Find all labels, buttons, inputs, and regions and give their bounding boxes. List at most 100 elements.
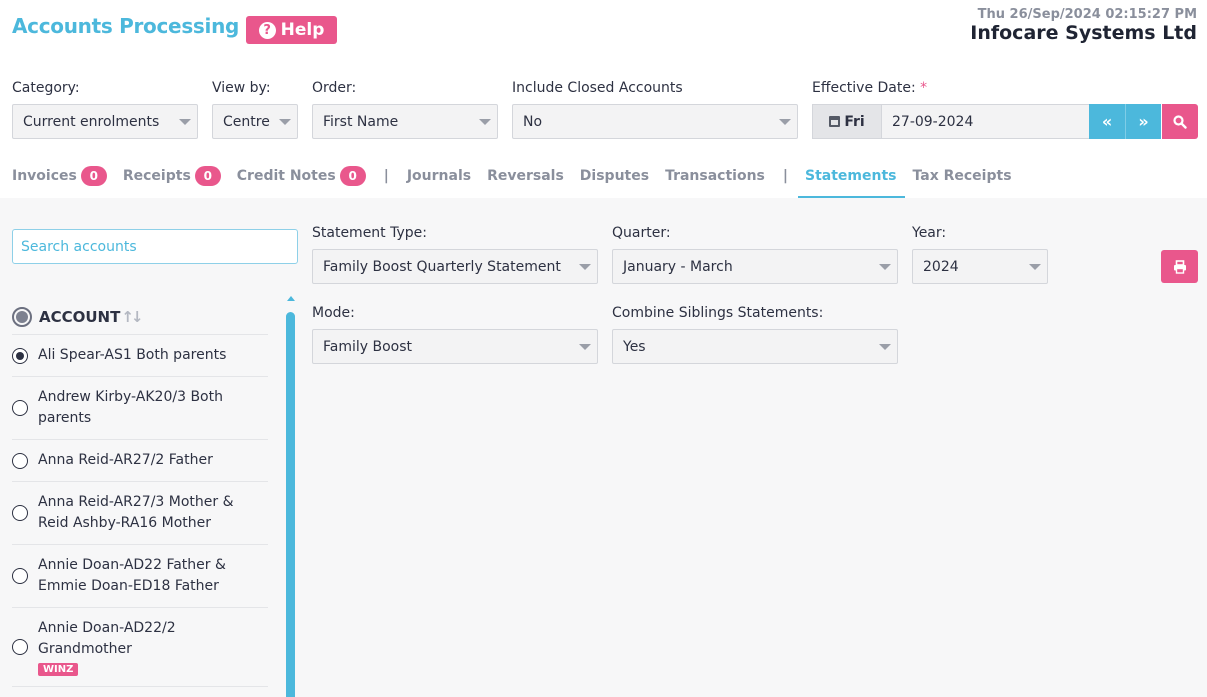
account-name: Andrew Kirby-AK20/3 Both parents xyxy=(38,389,223,426)
chevron-down-icon xyxy=(279,119,291,125)
double-right-icon: » xyxy=(1138,112,1149,131)
statement-type-value: Family Boost Quarterly Statement xyxy=(323,258,561,275)
mode-value: Family Boost xyxy=(323,338,413,355)
mode-select[interactable]: Family Boost xyxy=(312,329,598,364)
tab-label: Invoices xyxy=(12,168,77,184)
next-date-button[interactable]: » xyxy=(1125,104,1161,139)
list-item[interactable]: Andrew Kirby-AK20/3 Both parents xyxy=(12,377,268,440)
tab-transactions[interactable]: Transactions xyxy=(665,160,765,198)
date-day: Fri xyxy=(844,113,865,130)
chevron-down-icon xyxy=(579,264,591,270)
winz-badge: WINZ xyxy=(38,663,79,676)
chevron-down-icon xyxy=(879,344,891,350)
previous-date-button[interactable]: « xyxy=(1089,104,1125,139)
effective-date-label: Effective Date: * xyxy=(812,80,927,96)
account-radio[interactable] xyxy=(12,452,28,469)
closed-accounts-label: Include Closed Accounts xyxy=(512,80,683,96)
double-left-icon: « xyxy=(1101,112,1113,131)
account-list: Ali Spear-AS1 Both parents Andrew Kirby-… xyxy=(12,335,268,687)
chevron-down-icon xyxy=(1029,264,1041,270)
quarter-select[interactable]: January - March xyxy=(612,249,898,284)
order-label: Order: xyxy=(312,80,357,96)
category-value: Current enrolments xyxy=(23,113,160,130)
list-item[interactable]: Annie Doan-AD22 Father & Emmie Doan-ED18… xyxy=(12,545,268,608)
sort-icon[interactable]: ↑↓ xyxy=(121,308,143,326)
year-select[interactable]: 2024 xyxy=(912,249,1048,284)
count-badge: 0 xyxy=(80,166,107,186)
mode-label: Mode: xyxy=(312,305,355,321)
year-value: 2024 xyxy=(923,258,959,275)
select-all-radio[interactable] xyxy=(12,307,32,327)
account-radio[interactable] xyxy=(12,400,28,416)
required-mark: * xyxy=(920,80,928,96)
account-radio[interactable] xyxy=(12,505,28,521)
count-badge: 0 xyxy=(339,166,366,186)
account-radio[interactable] xyxy=(12,639,28,655)
view-by-label: View by: xyxy=(212,80,271,96)
tab-receipts[interactable]: Receipts 0 xyxy=(123,160,221,198)
tab-credit-notes[interactable]: Credit Notes 0 xyxy=(237,160,366,198)
search-accounts-input[interactable]: Search accounts xyxy=(12,229,298,264)
closed-accounts-value: No xyxy=(523,113,543,130)
account-name: Ali Spear-AS1 Both parents xyxy=(38,347,227,363)
category-label: Category: xyxy=(12,80,80,96)
tab-reversals[interactable]: Reversals xyxy=(487,160,564,198)
print-icon xyxy=(1173,259,1186,274)
tab-label: Disputes xyxy=(579,168,650,184)
chevron-down-icon xyxy=(779,119,791,125)
quarter-value: January - March xyxy=(623,258,733,275)
account-radio[interactable] xyxy=(12,347,28,364)
list-item[interactable]: Annie Doan-AD22/2 Grandmother WINZ xyxy=(12,608,268,687)
tab-label: Tax Receipts xyxy=(912,168,1012,184)
account-header-label: ACCOUNT xyxy=(39,308,121,326)
view-by-value: Centre xyxy=(223,113,270,130)
tab-invoices[interactable]: Invoices 0 xyxy=(12,160,107,198)
list-item[interactable]: Anna Reid-AR27/2 Father xyxy=(12,440,268,482)
company-name: Infocare Systems Ltd xyxy=(970,22,1197,44)
search-button[interactable] xyxy=(1162,104,1198,139)
closed-accounts-select[interactable]: No xyxy=(512,104,798,139)
tab-journals[interactable]: Journals xyxy=(407,160,471,198)
chevron-down-icon xyxy=(579,344,591,350)
category-select[interactable]: Current enrolments xyxy=(12,104,198,139)
order-select[interactable]: First Name xyxy=(312,104,498,139)
tab-label: Transactions xyxy=(665,168,765,184)
tab-statements[interactable]: Statements xyxy=(798,160,905,198)
tab-label: Reversals xyxy=(487,168,564,184)
statement-type-select[interactable]: Family Boost Quarterly Statement xyxy=(312,249,598,284)
effective-date-label-text: Effective Date: xyxy=(812,80,916,96)
year-label: Year: xyxy=(912,225,947,241)
chevron-down-icon xyxy=(479,119,491,125)
date-day-prefix: Fri xyxy=(812,104,881,139)
list-item[interactable]: Anna Reid-AR27/3 Mother & Reid Ashby-RA1… xyxy=(12,482,268,545)
tab-label: Credit Notes xyxy=(236,168,336,184)
page-title: Accounts Processing xyxy=(12,14,240,38)
count-badge: 0 xyxy=(194,166,221,186)
effective-date-input[interactable]: 27-09-2024 xyxy=(881,104,1090,139)
tab-label: Statements xyxy=(805,168,897,184)
scroll-up-icon[interactable] xyxy=(287,296,295,301)
account-name: Annie Doan-AD22/2 Grandmother xyxy=(38,620,176,657)
search-icon xyxy=(1173,114,1187,129)
statement-type-label: Statement Type: xyxy=(312,225,427,241)
account-list-header[interactable]: ACCOUNT ↑↓ xyxy=(12,300,268,335)
tab-tax-receipts[interactable]: Tax Receipts xyxy=(913,160,1012,198)
view-by-select[interactable]: Centre xyxy=(212,104,298,139)
help-button[interactable]: ? Help xyxy=(246,16,337,44)
account-radio[interactable] xyxy=(12,568,28,584)
combine-siblings-label: Combine Siblings Statements: xyxy=(612,305,824,321)
account-entry: Annie Doan-AD22/2 Grandmother WINZ xyxy=(38,618,268,676)
print-button[interactable] xyxy=(1161,250,1198,283)
chevron-down-icon xyxy=(879,264,891,270)
list-item[interactable]: Ali Spear-AS1 Both parents xyxy=(12,335,268,377)
account-list-scrollbar[interactable] xyxy=(286,296,295,697)
combine-siblings-select[interactable]: Yes xyxy=(612,329,898,364)
account-name: Anna Reid-AR27/2 Father xyxy=(38,452,213,468)
tab-separator: | xyxy=(782,168,789,184)
account-name: Anna Reid-AR27/3 Mother & Reid Ashby-RA1… xyxy=(38,494,234,531)
scrollbar-thumb[interactable] xyxy=(286,312,295,697)
tab-disputes[interactable]: Disputes xyxy=(580,160,649,198)
help-label: Help xyxy=(280,20,325,40)
quarter-label: Quarter: xyxy=(612,225,671,241)
combine-siblings-value: Yes xyxy=(623,338,646,355)
